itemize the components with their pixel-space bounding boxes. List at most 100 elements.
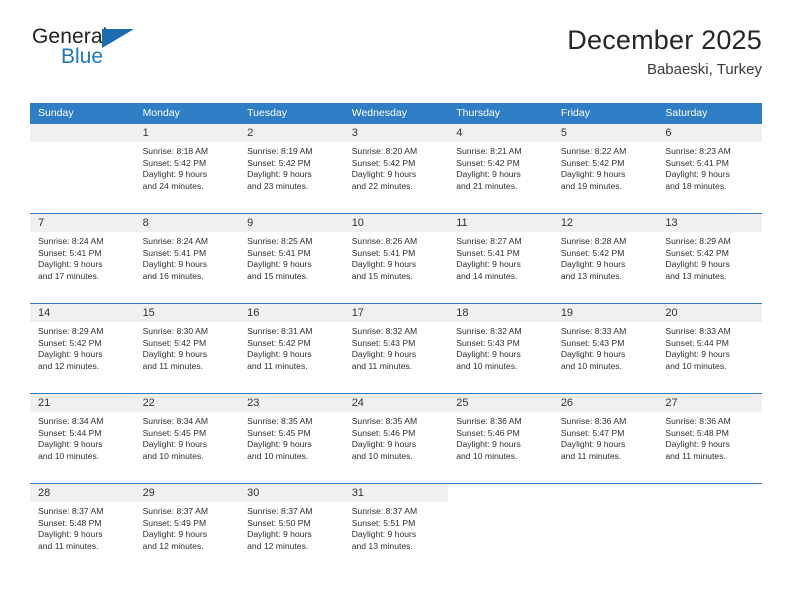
day-detail-daylight2: and 15 minutes.	[247, 270, 309, 281]
day-detail-daylight1: Daylight: 9 hours	[560, 169, 626, 180]
calendar-day-cell[interactable]: 12 Sunrise: 8:28 AM Sunset: 5:42 PM Dayligh…	[552, 213, 658, 304]
day-detail-sunrise: Sunrise: 8:32 AM	[351, 326, 418, 336]
day-detail-daylight2: and 11 minutes.	[351, 360, 413, 371]
day-details: Sunrise: 8:35 AM Sunset: 5:45 PM Daylight:…	[239, 412, 344, 462]
day-detail-daylight2: and 21 minutes.	[456, 180, 518, 191]
day-detail-daylight1: Daylight: 9 hours	[560, 439, 626, 450]
calendar-empty-cell	[552, 483, 658, 573]
day-number	[30, 124, 135, 142]
day-number	[552, 484, 658, 502]
calendar-day-cell[interactable]: 16 Sunrise: 8:31 AM Sunset: 5:42 PM Dayligh…	[239, 303, 344, 394]
calendar-day-cell[interactable]: 1 Sunrise: 8:18 AM Sunset: 5:42 PM Daylight…	[134, 124, 240, 214]
day-detail-sunrise: Sunrise: 8:31 AM	[247, 326, 313, 336]
logo-text-blue: Blue	[61, 45, 104, 68]
calendar-day-cell[interactable]: 6 Sunrise: 8:23 AM Sunset: 5:41 PM Daylight…	[657, 124, 762, 214]
day-number	[657, 484, 762, 502]
day-detail-sunrise: Sunrise: 8:23 AM	[665, 146, 731, 156]
day-detail-sunset: Sunset: 5:42 PM	[456, 157, 520, 168]
day-detail-daylight2: and 13 minutes.	[560, 270, 622, 281]
calendar-day-cell[interactable]: 22 Sunrise: 8:34 AM Sunset: 5:45 PM Dayligh…	[134, 393, 240, 484]
day-detail-sunrise: Sunrise: 8:19 AM	[247, 146, 313, 156]
general-blue-logo[interactable]: General Blue	[32, 26, 232, 78]
calendar-day-cell[interactable]: 30 Sunrise: 8:37 AM Sunset: 5:50 PM Dayligh…	[239, 483, 344, 573]
day-detail-sunrise: Sunrise: 8:26 AM	[351, 236, 418, 246]
calendar-day-cell[interactable]: 27 Sunrise: 8:36 AM Sunset: 5:48 PM Dayligh…	[657, 393, 762, 484]
calendar-empty-cell	[448, 483, 553, 573]
day-number: 22	[134, 394, 240, 412]
day-detail-sunrise: Sunrise: 8:28 AM	[560, 236, 627, 246]
calendar-day-cell[interactable]: 10 Sunrise: 8:26 AM Sunset: 5:41 PM Dayligh…	[343, 213, 449, 304]
day-detail-sunrise: Sunrise: 8:24 AM	[38, 236, 104, 246]
day-number: 19	[552, 304, 658, 322]
day-detail-sunset: Sunset: 5:43 PM	[560, 337, 625, 348]
calendar-day-cell[interactable]: 26 Sunrise: 8:36 AM Sunset: 5:47 PM Dayligh…	[552, 393, 658, 484]
calendar-day-cell[interactable]: 20 Sunrise: 8:33 AM Sunset: 5:44 PM Dayligh…	[657, 303, 762, 394]
day-detail-daylight1: Daylight: 9 hours	[247, 349, 312, 360]
calendar-day-cell[interactable]: 8 Sunrise: 8:24 AM Sunset: 5:41 PM Daylight…	[134, 213, 240, 304]
day-number: 9	[239, 214, 344, 232]
day-detail-sunrise: Sunrise: 8:33 AM	[560, 326, 627, 336]
calendar-day-cell[interactable]: 31 Sunrise: 8:37 AM Sunset: 5:51 PM Dayligh…	[343, 483, 449, 573]
logo-triangle-icon	[102, 29, 134, 48]
calendar-day-cell[interactable]: 19 Sunrise: 8:33 AM Sunset: 5:43 PM Dayligh…	[552, 303, 658, 394]
day-cell-inner: 9 Sunrise: 8:25 AM Sunset: 5:41 PM Daylight…	[239, 214, 344, 303]
calendar-day-cell[interactable]: 7 Sunrise: 8:24 AM Sunset: 5:41 PM Daylight…	[30, 213, 135, 304]
day-detail-daylight1: Daylight: 9 hours	[247, 439, 312, 450]
calendar-day-cell[interactable]: 4 Sunrise: 8:21 AM Sunset: 5:42 PM Daylight…	[448, 124, 553, 214]
day-detail-daylight2: and 19 minutes.	[560, 180, 622, 191]
day-details: Sunrise: 8:18 AM Sunset: 5:42 PM Daylight:…	[135, 142, 240, 192]
calendar-day-cell[interactable]: 9 Sunrise: 8:25 AM Sunset: 5:41 PM Daylight…	[239, 213, 344, 304]
day-cell-inner: 19 Sunrise: 8:33 AM Sunset: 5:43 PM Dayligh…	[552, 304, 658, 393]
day-details: Sunrise: 8:29 AM Sunset: 5:42 PM Daylight:…	[657, 232, 762, 282]
calendar-day-cell[interactable]: 25 Sunrise: 8:36 AM Sunset: 5:46 PM Dayligh…	[448, 393, 553, 484]
calendar-day-cell[interactable]: 29 Sunrise: 8:37 AM Sunset: 5:49 PM Dayligh…	[134, 483, 240, 573]
day-details: Sunrise: 8:27 AM Sunset: 5:41 PM Daylight:…	[448, 232, 553, 282]
day-detail-daylight2: and 11 minutes.	[247, 360, 308, 371]
day-detail-sunset: Sunset: 5:42 PM	[38, 337, 102, 348]
day-number: 21	[30, 394, 135, 412]
day-number: 10	[343, 214, 449, 232]
calendar-day-cell[interactable]: 11 Sunrise: 8:27 AM Sunset: 5:41 PM Dayligh…	[448, 213, 553, 304]
day-number: 3	[343, 124, 449, 142]
calendar-day-cell[interactable]: 13 Sunrise: 8:29 AM Sunset: 5:42 PM Dayligh…	[657, 213, 762, 304]
calendar-day-cell[interactable]: 15 Sunrise: 8:30 AM Sunset: 5:42 PM Dayligh…	[134, 303, 240, 394]
weekday-header-row: Sunday Monday Tuesday Wednesday Thursday…	[30, 103, 762, 124]
day-detail-sunrise: Sunrise: 8:35 AM	[247, 416, 313, 426]
calendar-week-row: 14 Sunrise: 8:29 AM Sunset: 5:42 PM Dayligh…	[30, 303, 762, 394]
day-detail-sunset: Sunset: 5:45 PM	[247, 427, 311, 438]
calendar-day-cell[interactable]: 21 Sunrise: 8:34 AM Sunset: 5:44 PM Dayligh…	[30, 393, 135, 484]
calendar-day-cell[interactable]: 2 Sunrise: 8:19 AM Sunset: 5:42 PM Daylight…	[239, 124, 344, 214]
calendar-day-cell[interactable]: 18 Sunrise: 8:32 AM Sunset: 5:43 PM Dayligh…	[448, 303, 553, 394]
day-detail-sunset: Sunset: 5:41 PM	[247, 247, 311, 258]
day-detail-daylight1: Daylight: 9 hours	[142, 259, 208, 270]
day-detail-sunrise: Sunrise: 8:21 AM	[456, 146, 522, 156]
day-detail-daylight2: and 11 minutes.	[665, 450, 726, 461]
calendar-day-cell[interactable]: 24 Sunrise: 8:35 AM Sunset: 5:46 PM Dayligh…	[343, 393, 449, 484]
calendar-page: General Blue December 2025 Babaeski, Tur…	[0, 0, 792, 612]
day-detail-sunset: Sunset: 5:42 PM	[351, 157, 416, 168]
day-cell-inner: 16 Sunrise: 8:31 AM Sunset: 5:42 PM Dayligh…	[239, 304, 344, 393]
calendar-day-cell[interactable]: 17 Sunrise: 8:32 AM Sunset: 5:43 PM Dayligh…	[343, 303, 449, 394]
day-details: Sunrise: 8:36 AM Sunset: 5:47 PM Daylight:…	[553, 412, 658, 462]
calendar-day-cell[interactable]: 3 Sunrise: 8:20 AM Sunset: 5:42 PM Daylight…	[343, 124, 449, 214]
calendar-day-cell[interactable]: 23 Sunrise: 8:35 AM Sunset: 5:45 PM Dayligh…	[239, 393, 344, 484]
day-detail-sunset: Sunset: 5:48 PM	[38, 517, 102, 528]
day-detail-sunrise: Sunrise: 8:32 AM	[456, 326, 522, 336]
day-detail-daylight1: Daylight: 9 hours	[247, 259, 312, 270]
day-detail-daylight2: and 10 minutes.	[38, 450, 100, 461]
calendar-day-cell[interactable]: 28 Sunrise: 8:37 AM Sunset: 5:48 PM Dayligh…	[30, 483, 135, 573]
calendar-day-cell[interactable]: 14 Sunrise: 8:29 AM Sunset: 5:42 PM Dayligh…	[30, 303, 135, 394]
calendar-day-cell[interactable]: 5 Sunrise: 8:22 AM Sunset: 5:42 PM Daylight…	[552, 124, 658, 214]
day-number: 15	[134, 304, 240, 322]
day-number: 30	[239, 484, 344, 502]
day-cell-inner: 11 Sunrise: 8:27 AM Sunset: 5:41 PM Dayligh…	[448, 214, 553, 303]
day-detail-daylight2: and 10 minutes.	[665, 360, 727, 371]
day-details: Sunrise: 8:26 AM Sunset: 5:41 PM Daylight:…	[344, 232, 449, 282]
day-details	[657, 502, 762, 506]
day-details: Sunrise: 8:31 AM Sunset: 5:42 PM Daylight:…	[239, 322, 344, 372]
weekday-header-saturday: Saturday	[657, 103, 762, 124]
day-detail-sunset: Sunset: 5:41 PM	[142, 247, 207, 258]
day-detail-daylight2: and 11 minutes.	[142, 360, 204, 371]
day-details: Sunrise: 8:33 AM Sunset: 5:43 PM Daylight:…	[553, 322, 658, 372]
day-details	[553, 502, 658, 506]
